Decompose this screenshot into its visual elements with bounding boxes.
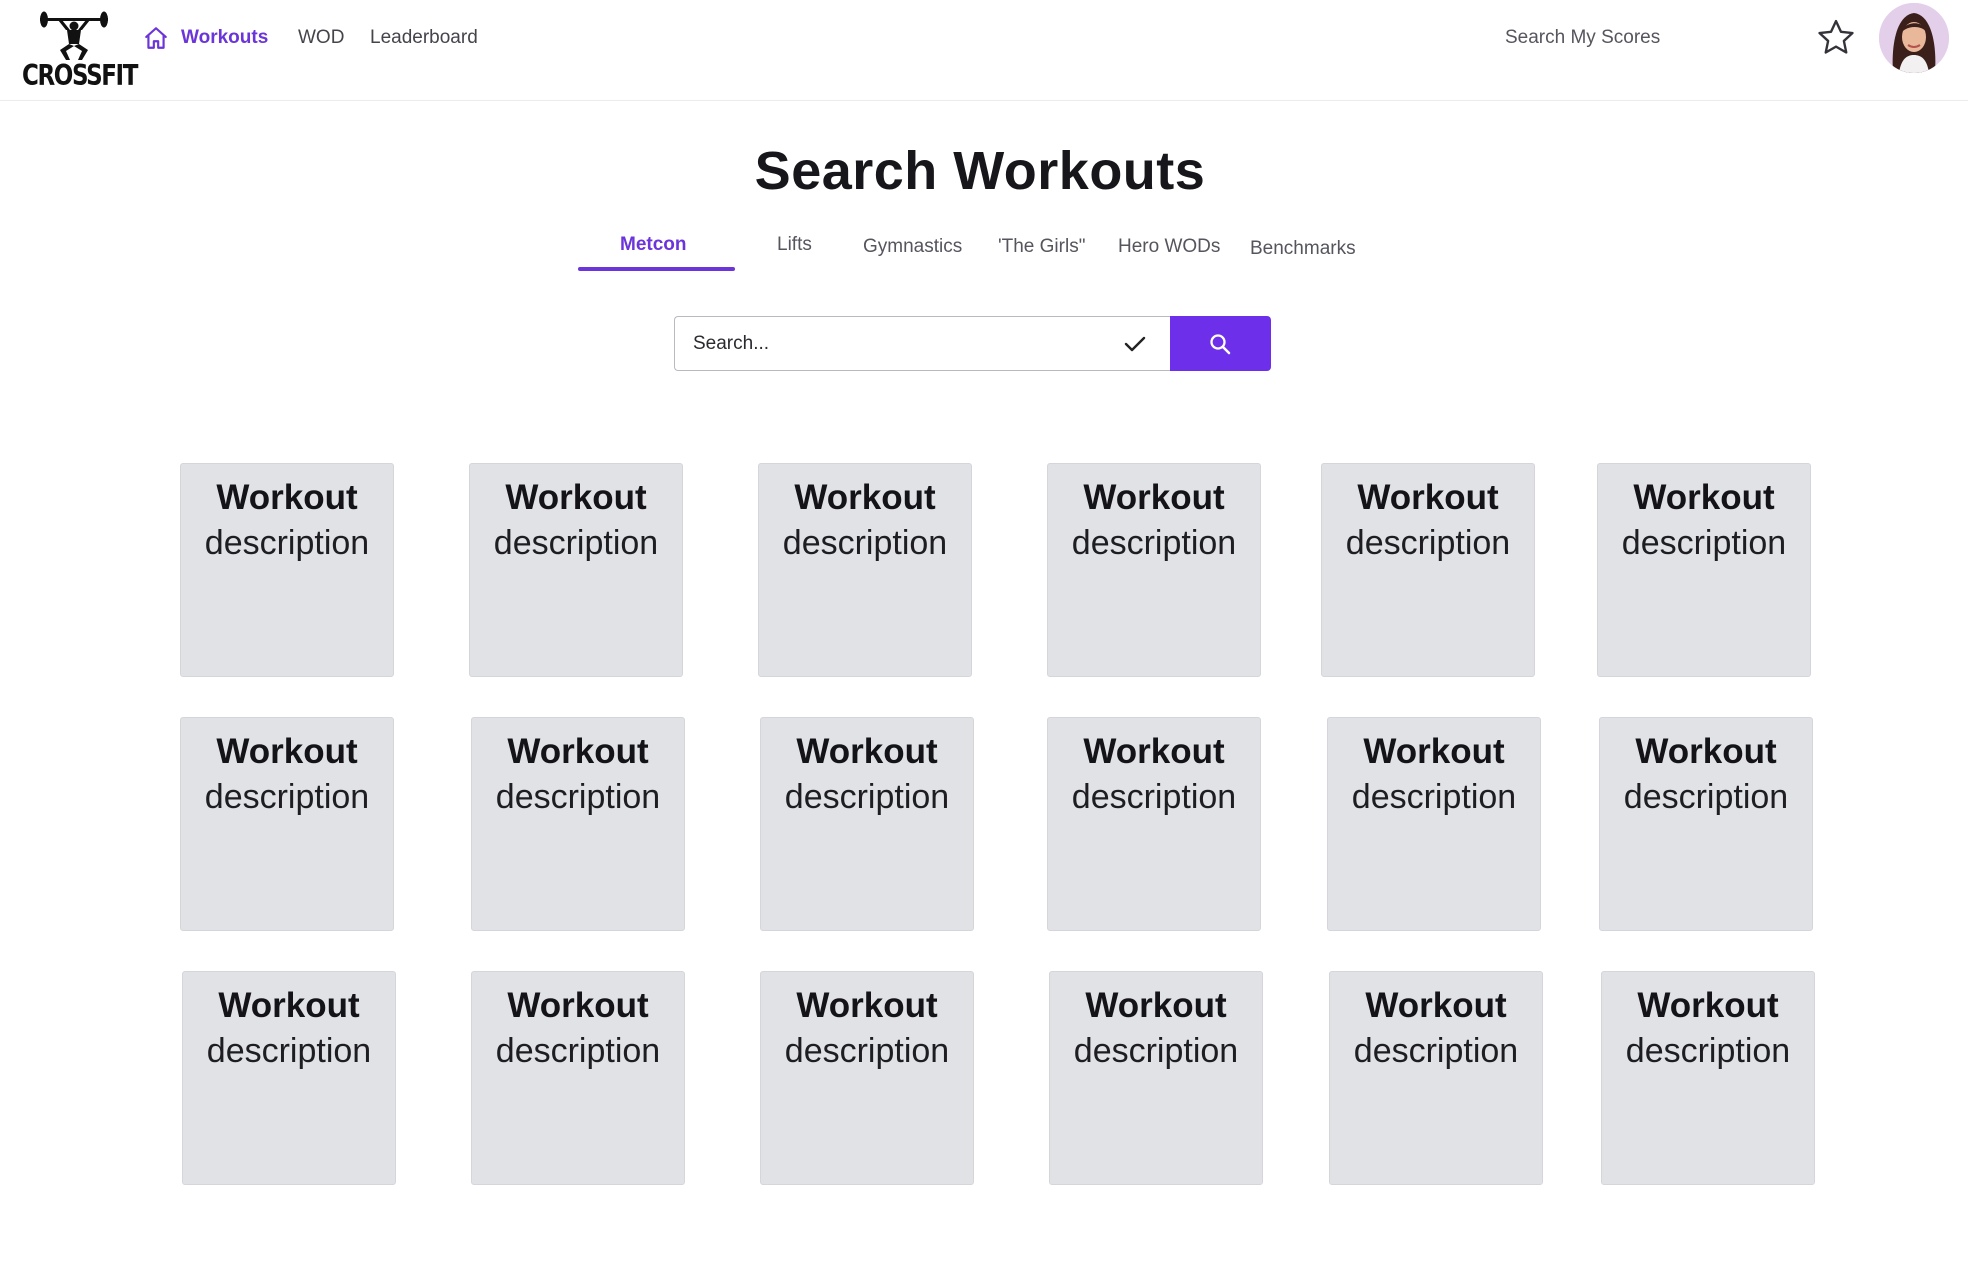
workout-card[interactable]: Workout description <box>758 463 972 677</box>
tab-benchmarks[interactable]: Benchmarks <box>1250 234 1356 264</box>
workout-card-description: description <box>784 778 950 816</box>
search-my-scores-link[interactable]: Search My Scores <box>1505 24 1660 52</box>
active-tab-indicator <box>578 267 735 271</box>
avatar-portrait-icon <box>1879 3 1949 73</box>
workout-card[interactable]: Workout description <box>1329 971 1543 1185</box>
tab-metcon[interactable]: Metcon <box>620 230 687 260</box>
workout-card-title: Workout <box>507 986 649 1025</box>
workout-card-title: Workout <box>1637 986 1779 1025</box>
workout-card-description: description <box>204 778 370 816</box>
workout-card-title: Workout <box>218 986 360 1025</box>
check-icon[interactable] <box>1123 333 1147 355</box>
workout-card-title: Workout <box>794 478 936 517</box>
nav-item-leaderboard[interactable]: Leaderboard <box>370 24 478 52</box>
workout-card[interactable]: Workout description <box>1327 717 1541 931</box>
workout-card-title: Workout <box>1365 986 1507 1025</box>
workout-card[interactable]: Workout description <box>471 971 685 1185</box>
workout-card[interactable]: Workout description <box>1321 463 1535 677</box>
workout-card-title: Workout <box>1363 732 1505 771</box>
workout-card[interactable]: Workout description <box>469 463 683 677</box>
tab-lifts[interactable]: Lifts <box>777 230 812 260</box>
user-avatar[interactable] <box>1879 3 1949 73</box>
workout-card-description: description <box>206 1032 372 1070</box>
workout-card[interactable]: Workout description <box>760 971 974 1185</box>
workout-card-title: Workout <box>505 478 647 517</box>
workout-card[interactable]: Workout description <box>760 717 974 931</box>
home-icon <box>145 27 167 49</box>
workout-card-title: Workout <box>1635 732 1777 771</box>
workout-card-description: description <box>1071 524 1237 562</box>
workout-card-title: Workout <box>1633 478 1775 517</box>
workout-card[interactable]: Workout description <box>1049 971 1263 1185</box>
workout-card-description: description <box>1625 1032 1791 1070</box>
search-icon <box>1210 334 1231 355</box>
tab-the-girls[interactable]: 'The Girls" <box>998 232 1085 262</box>
star-icon[interactable] <box>1814 16 1858 60</box>
workout-search-input[interactable] <box>693 329 1093 359</box>
tab-gymnastics[interactable]: Gymnastics <box>863 232 962 262</box>
workout-card[interactable]: Workout description <box>1047 463 1261 677</box>
workout-card-title: Workout <box>796 986 938 1025</box>
workout-card[interactable]: Workout description <box>1047 717 1261 931</box>
workout-card-title: Workout <box>1357 478 1499 517</box>
workout-card-title: Workout <box>796 732 938 771</box>
crossfit-logo[interactable]: CROSSFIT <box>22 8 138 93</box>
workout-card-title: Workout <box>1083 732 1225 771</box>
weightlifter-icon <box>40 11 108 60</box>
workout-card[interactable]: Workout description <box>1599 717 1813 931</box>
workout-card-title: Workout <box>1085 986 1227 1025</box>
tab-hero-wods[interactable]: Hero WODs <box>1118 232 1220 262</box>
workout-card-description: description <box>1623 778 1789 816</box>
workout-card-description: description <box>495 1032 661 1070</box>
workout-card-title: Workout <box>216 478 358 517</box>
workout-card-description: description <box>1353 1032 1519 1070</box>
workout-card-description: description <box>784 1032 950 1070</box>
brand-wordmark: CROSSFIT <box>22 60 138 93</box>
workout-card[interactable]: Workout description <box>180 463 394 677</box>
workout-card-title: Workout <box>216 732 358 771</box>
workout-card-description: description <box>493 524 659 562</box>
nav-item-label: Workouts <box>181 27 269 48</box>
workout-card-description: description <box>1073 1032 1239 1070</box>
nav-item-wod[interactable]: WOD <box>298 24 344 52</box>
workout-card-title: Workout <box>1083 478 1225 517</box>
search-button[interactable] <box>1170 316 1271 371</box>
workout-card[interactable]: Workout description <box>182 971 396 1185</box>
workout-card-description: description <box>495 778 661 816</box>
workout-card-description: description <box>1071 778 1237 816</box>
workout-card-description: description <box>1351 778 1517 816</box>
workout-card[interactable]: Workout description <box>180 717 394 931</box>
workout-card-title: Workout <box>507 732 649 771</box>
workout-card-description: description <box>1621 524 1787 562</box>
workout-card[interactable]: Workout description <box>1601 971 1815 1185</box>
page-title: Search Workouts <box>754 141 1206 201</box>
workout-card-description: description <box>782 524 948 562</box>
workout-card[interactable]: Workout description <box>1597 463 1811 677</box>
workout-card[interactable]: Workout description <box>471 717 685 931</box>
workout-card-description: description <box>204 524 370 562</box>
top-navigation-bar: CROSSFIT Workouts WOD Leaderboard Search… <box>0 0 1968 101</box>
workout-search-box <box>674 316 1171 371</box>
workout-card-description: description <box>1345 524 1511 562</box>
